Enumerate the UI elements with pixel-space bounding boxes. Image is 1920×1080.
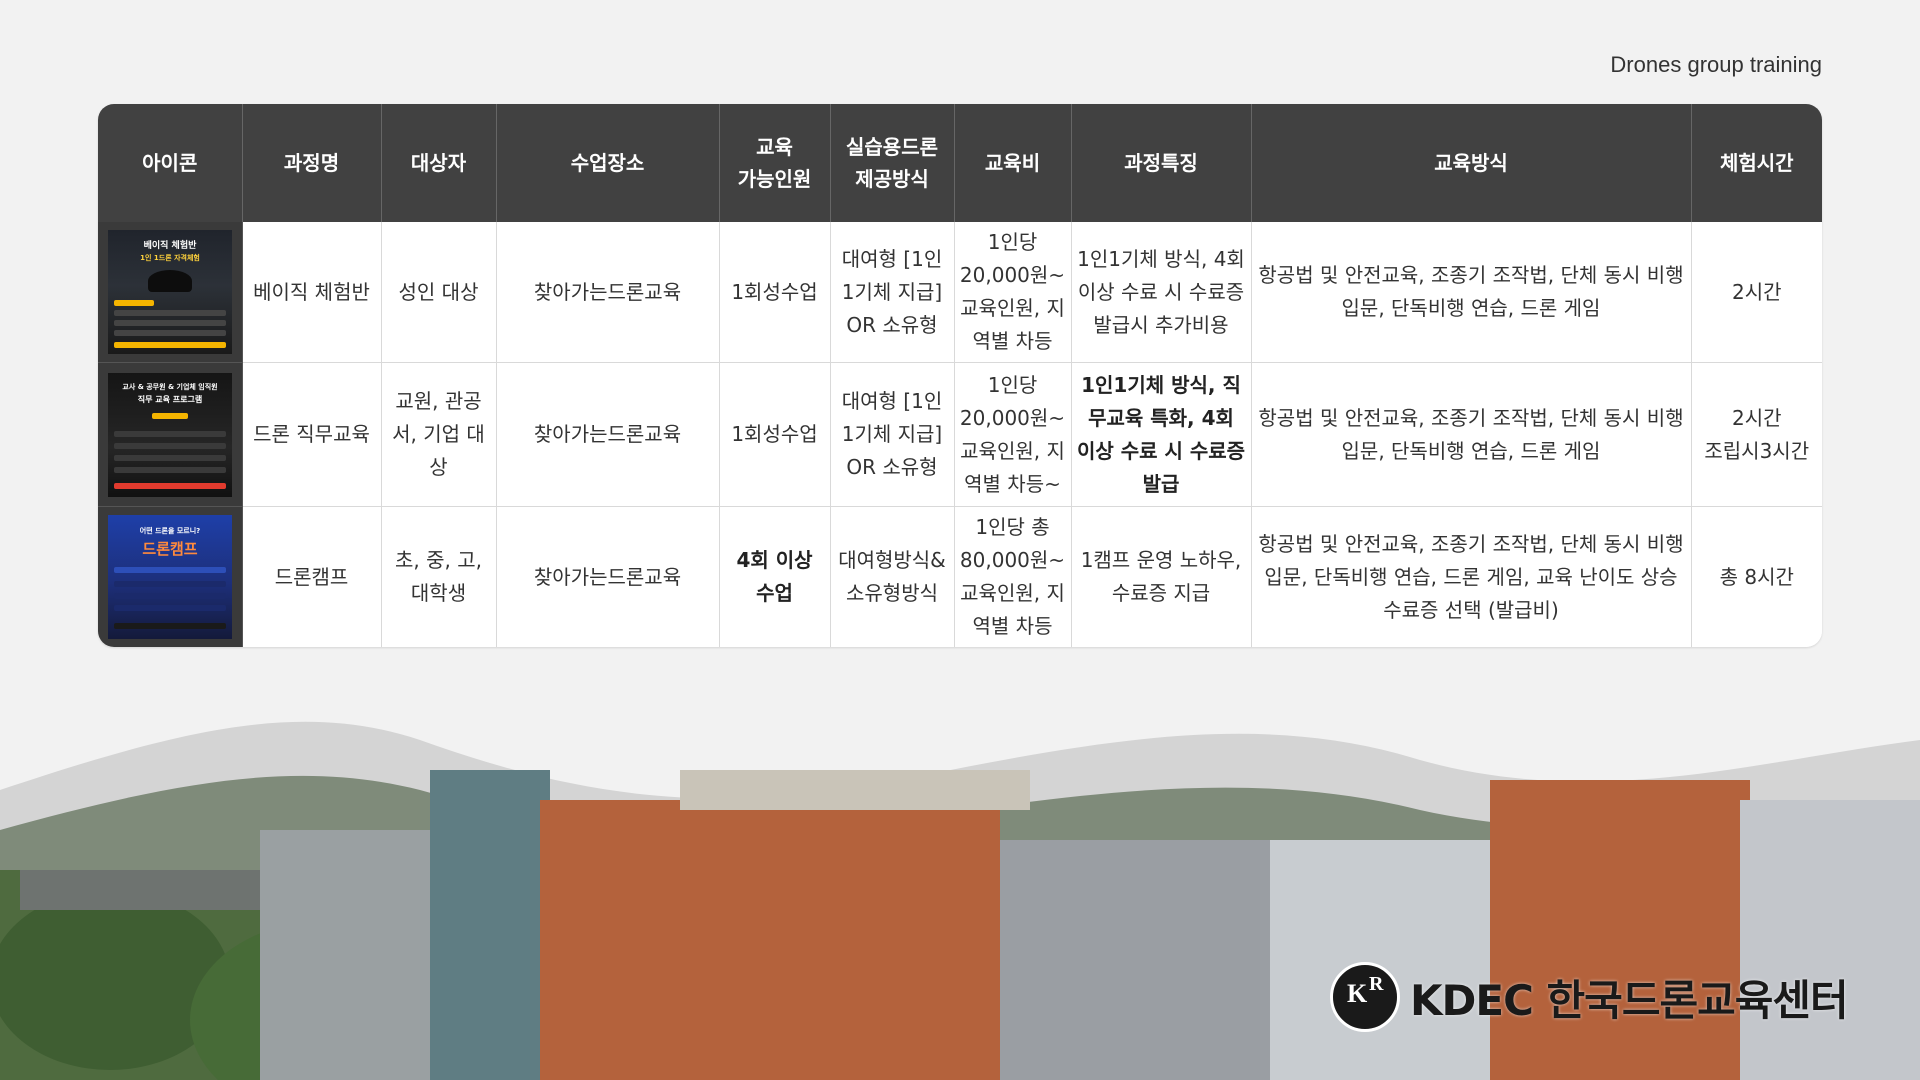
capacity: 4회 이상 수업	[719, 506, 831, 647]
course-name: 드론 직무교육	[242, 362, 382, 507]
header-time: 체험시간	[1691, 104, 1822, 222]
header-method: 교육방식	[1251, 104, 1692, 222]
header-icon: 아이콘	[98, 104, 243, 222]
brand-name: KDEC 한국드론교육센터	[1410, 975, 1849, 1025]
place: 찾아가는드론교육	[496, 222, 720, 363]
header-target: 대상자	[381, 104, 497, 222]
capacity: 1회성수업	[719, 222, 831, 363]
poster-image-camp[interactable]: 어떤 드론을 모르니? 드론캠프	[108, 515, 232, 639]
target: 교원, 관공서, 기업 대상	[381, 362, 497, 507]
page-caption: Drones group training	[1610, 52, 1822, 77]
poster-title: 교사 & 공무원 & 기업체 임직원	[122, 382, 218, 391]
drone-provision: 대여형 [1인1기체 지급] OR 소유형	[830, 222, 955, 363]
course-name: 드론캠프	[242, 506, 382, 647]
target: 성인 대상	[381, 222, 497, 363]
poster-title: 베이직 체험반	[143, 241, 197, 251]
feature: 1인1기체 방식, 직무교육 특화, 4회 이상 수료 시 수료증 발급	[1071, 362, 1252, 507]
icon-cell: 어떤 드론을 모르니? 드론캠프	[98, 506, 243, 647]
header-capacity: 교육 가능인원	[719, 104, 831, 222]
method: 항공법 및 안전교육, 조종기 조작법, 단체 동시 비행 입문, 단독비행 연…	[1251, 362, 1692, 507]
feature: 1캠프 운영 노하우, 수료증 지급	[1071, 506, 1252, 647]
kdec-logo-icon: K R	[1330, 962, 1400, 1032]
icon-cell: 교사 & 공무원 & 기업체 임직원 직무 교육 프로그램	[98, 362, 243, 507]
time: 2시간	[1691, 222, 1822, 363]
header-drone: 실습용드론 제공방식	[830, 104, 955, 222]
header-course: 과정명	[242, 104, 382, 222]
table-row: 어떤 드론을 모르니? 드론캠프 드론캠프 초, 중, 고, 대학생 찾아가는드…	[98, 506, 1822, 647]
course-name: 베이직 체험반	[242, 222, 382, 363]
feature: 1인1기체 방식, 4회 이상 수료 시 수료증 발급시 추가비용	[1071, 222, 1252, 363]
capacity: 1회성수업	[719, 362, 831, 507]
time: 2시간 조립시3시간	[1691, 362, 1822, 507]
method: 항공법 및 안전교육, 조종기 조작법, 단체 동시 비행 입문, 단독비행 연…	[1251, 222, 1692, 363]
time: 총 8시간	[1691, 506, 1822, 647]
table-row: 교사 & 공무원 & 기업체 임직원 직무 교육 프로그램 드론 직무교육 교원…	[98, 362, 1822, 507]
table-header-row: 아이콘 과정명 대상자 수업장소 교육 가능인원 실습용드론 제공방식 교육비 …	[98, 104, 1822, 222]
table-row: 베이직 체험반 1인 1드론 자격체험 베이직 체험반 성인 대상 찾아가는드론…	[98, 222, 1822, 363]
header-feature: 과정특징	[1071, 104, 1252, 222]
icon-cell: 베이직 체험반 1인 1드론 자격체험	[98, 222, 243, 363]
photo-area	[0, 770, 1920, 1080]
brand-logo-block: K R KDEC 한국드론교육센터	[1330, 962, 1849, 1032]
poster-subtitle: 1인 1드론 자격체험	[140, 254, 200, 262]
poster-subtitle: 드론캠프	[142, 540, 198, 558]
poster-title: 어떤 드론을 모르니?	[139, 527, 201, 535]
method: 항공법 및 안전교육, 조종기 조작법, 단체 동시 비행 입문, 단독비행 연…	[1251, 506, 1692, 647]
fee: 1인당 20,000원~ 교육인원, 지역별 차등	[954, 222, 1072, 363]
header-fee: 교육비	[954, 104, 1072, 222]
poster-image-job[interactable]: 교사 & 공무원 & 기업체 임직원 직무 교육 프로그램	[108, 372, 232, 497]
fee: 1인당 총 80,000원~ 교육인원, 지역별 차등	[954, 506, 1072, 647]
poster-subtitle: 직무 교육 프로그램	[137, 394, 203, 404]
target: 초, 중, 고, 대학생	[381, 506, 497, 647]
drone-provision: 대여형방식& 소유형방식	[830, 506, 955, 647]
course-table: 아이콘 과정명 대상자 수업장소 교육 가능인원 실습용드론 제공방식 교육비 …	[98, 104, 1822, 647]
fee: 1인당 20,000원~ 교육인원, 지역별 차등~	[954, 362, 1072, 507]
drone-provision: 대여형 [1인1기체 지급] OR 소유형	[830, 362, 955, 507]
place: 찾아가는드론교육	[496, 362, 720, 507]
header-place: 수업장소	[496, 104, 720, 222]
poster-image-basic[interactable]: 베이직 체험반 1인 1드론 자격체험	[108, 230, 232, 354]
place: 찾아가는드론교육	[496, 506, 720, 647]
